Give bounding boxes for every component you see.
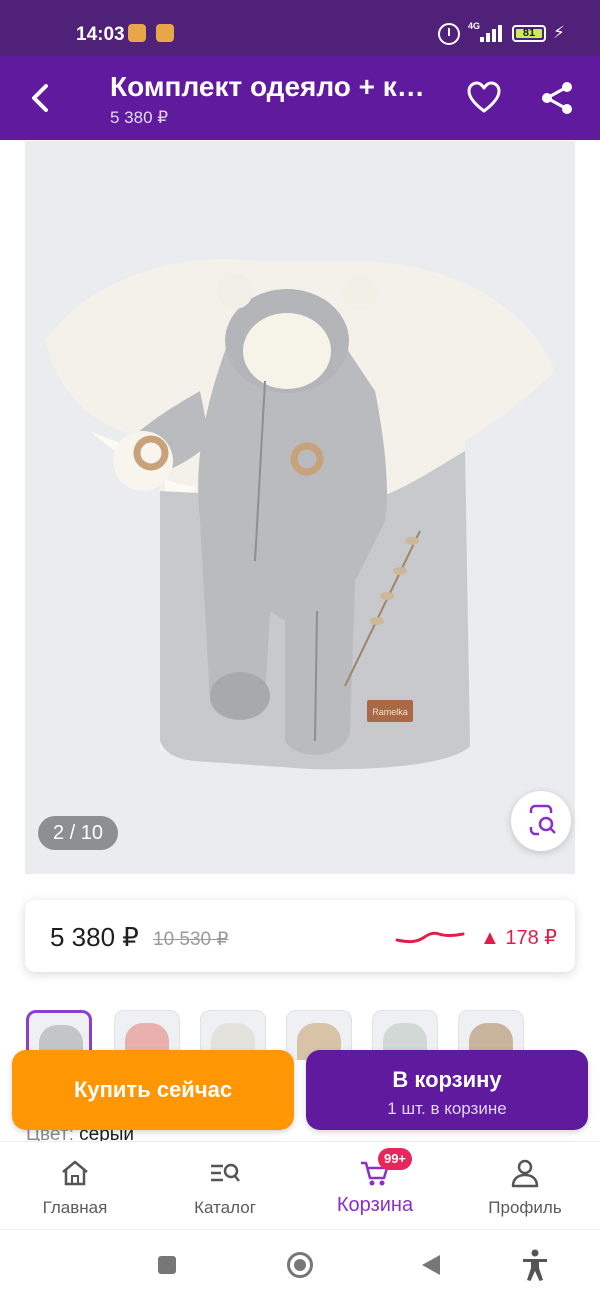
catalog-search-icon — [211, 1163, 240, 1182]
share-icon[interactable] — [538, 80, 576, 116]
product-photo: Ramelka — [45, 259, 555, 770]
accessibility-icon[interactable] — [520, 1248, 550, 1282]
nav-cart[interactable]: Корзина — [300, 1142, 450, 1230]
home-circle-icon[interactable] — [287, 1252, 313, 1278]
nav-profile-label: Профиль — [488, 1198, 562, 1217]
back-triangle-icon[interactable] — [422, 1255, 440, 1275]
brand-tag: Ramelka — [372, 707, 408, 717]
profile-icon — [511, 1159, 539, 1188]
header-price: 5 380 ₽ — [110, 108, 169, 127]
product-screen: 14:03 4G 81 ⚡ Комплект одеяло + к… 5 380… — [0, 0, 600, 1299]
charging-icon: ⚡ — [553, 23, 565, 42]
in-cart-count: 1 шт. в корзине — [387, 1099, 507, 1118]
buy-now-button[interactable]: Купить сейчас — [12, 1050, 294, 1130]
nav-home-label: Главная — [42, 1198, 108, 1217]
price-change: ▲ 178 ₽ — [480, 927, 558, 949]
recents-icon[interactable] — [158, 1256, 176, 1274]
cart-badge: 99+ — [378, 1148, 412, 1170]
product-image[interactable]: Ramelka — [25, 141, 575, 874]
old-price: 10 530 ₽ — [153, 929, 229, 950]
image-counter: 2 / 10 — [38, 816, 118, 850]
battery-level: 81 — [522, 27, 536, 39]
price-trend-icon — [395, 931, 465, 944]
status-bar: 14:03 4G 81 ⚡ — [0, 0, 600, 56]
add-to-cart-button[interactable]: В корзину 1 шт. в корзине — [306, 1050, 588, 1130]
current-price: 5 380 ₽ — [50, 922, 139, 952]
status-time: 14:03 — [76, 24, 125, 45]
nav-catalog[interactable]: Каталог — [150, 1142, 300, 1230]
page-title: Комплект одеяло + к… — [110, 71, 425, 102]
nav-catalog-label: Каталог — [194, 1198, 256, 1217]
app-header: Комплект одеяло + к… 5 380 ₽ — [0, 56, 600, 140]
visual-search-button[interactable] — [511, 791, 571, 851]
bottom-nav: Главная Каталог Корзина 99+ Профиль — [0, 1141, 600, 1229]
price-card[interactable]: 5 380 ₽ 10 530 ₽ ▲ 178 ₽ — [25, 900, 575, 972]
home-icon — [62, 1160, 88, 1186]
heart-icon[interactable] — [466, 80, 502, 116]
signal-icon — [478, 24, 504, 42]
emoji-icon — [128, 24, 146, 42]
nav-cart-label: Корзина — [336, 1194, 414, 1216]
battery-icon: 81 — [512, 25, 546, 42]
add-to-cart-label: В корзину — [392, 1067, 502, 1092]
visual-search-icon — [529, 804, 556, 836]
alarm-icon — [438, 23, 460, 45]
nav-profile[interactable]: Профиль — [450, 1142, 600, 1230]
emoji-icon — [156, 24, 174, 42]
system-nav — [0, 1229, 600, 1299]
back-icon[interactable] — [22, 76, 62, 120]
nav-home[interactable]: Главная — [0, 1142, 150, 1230]
